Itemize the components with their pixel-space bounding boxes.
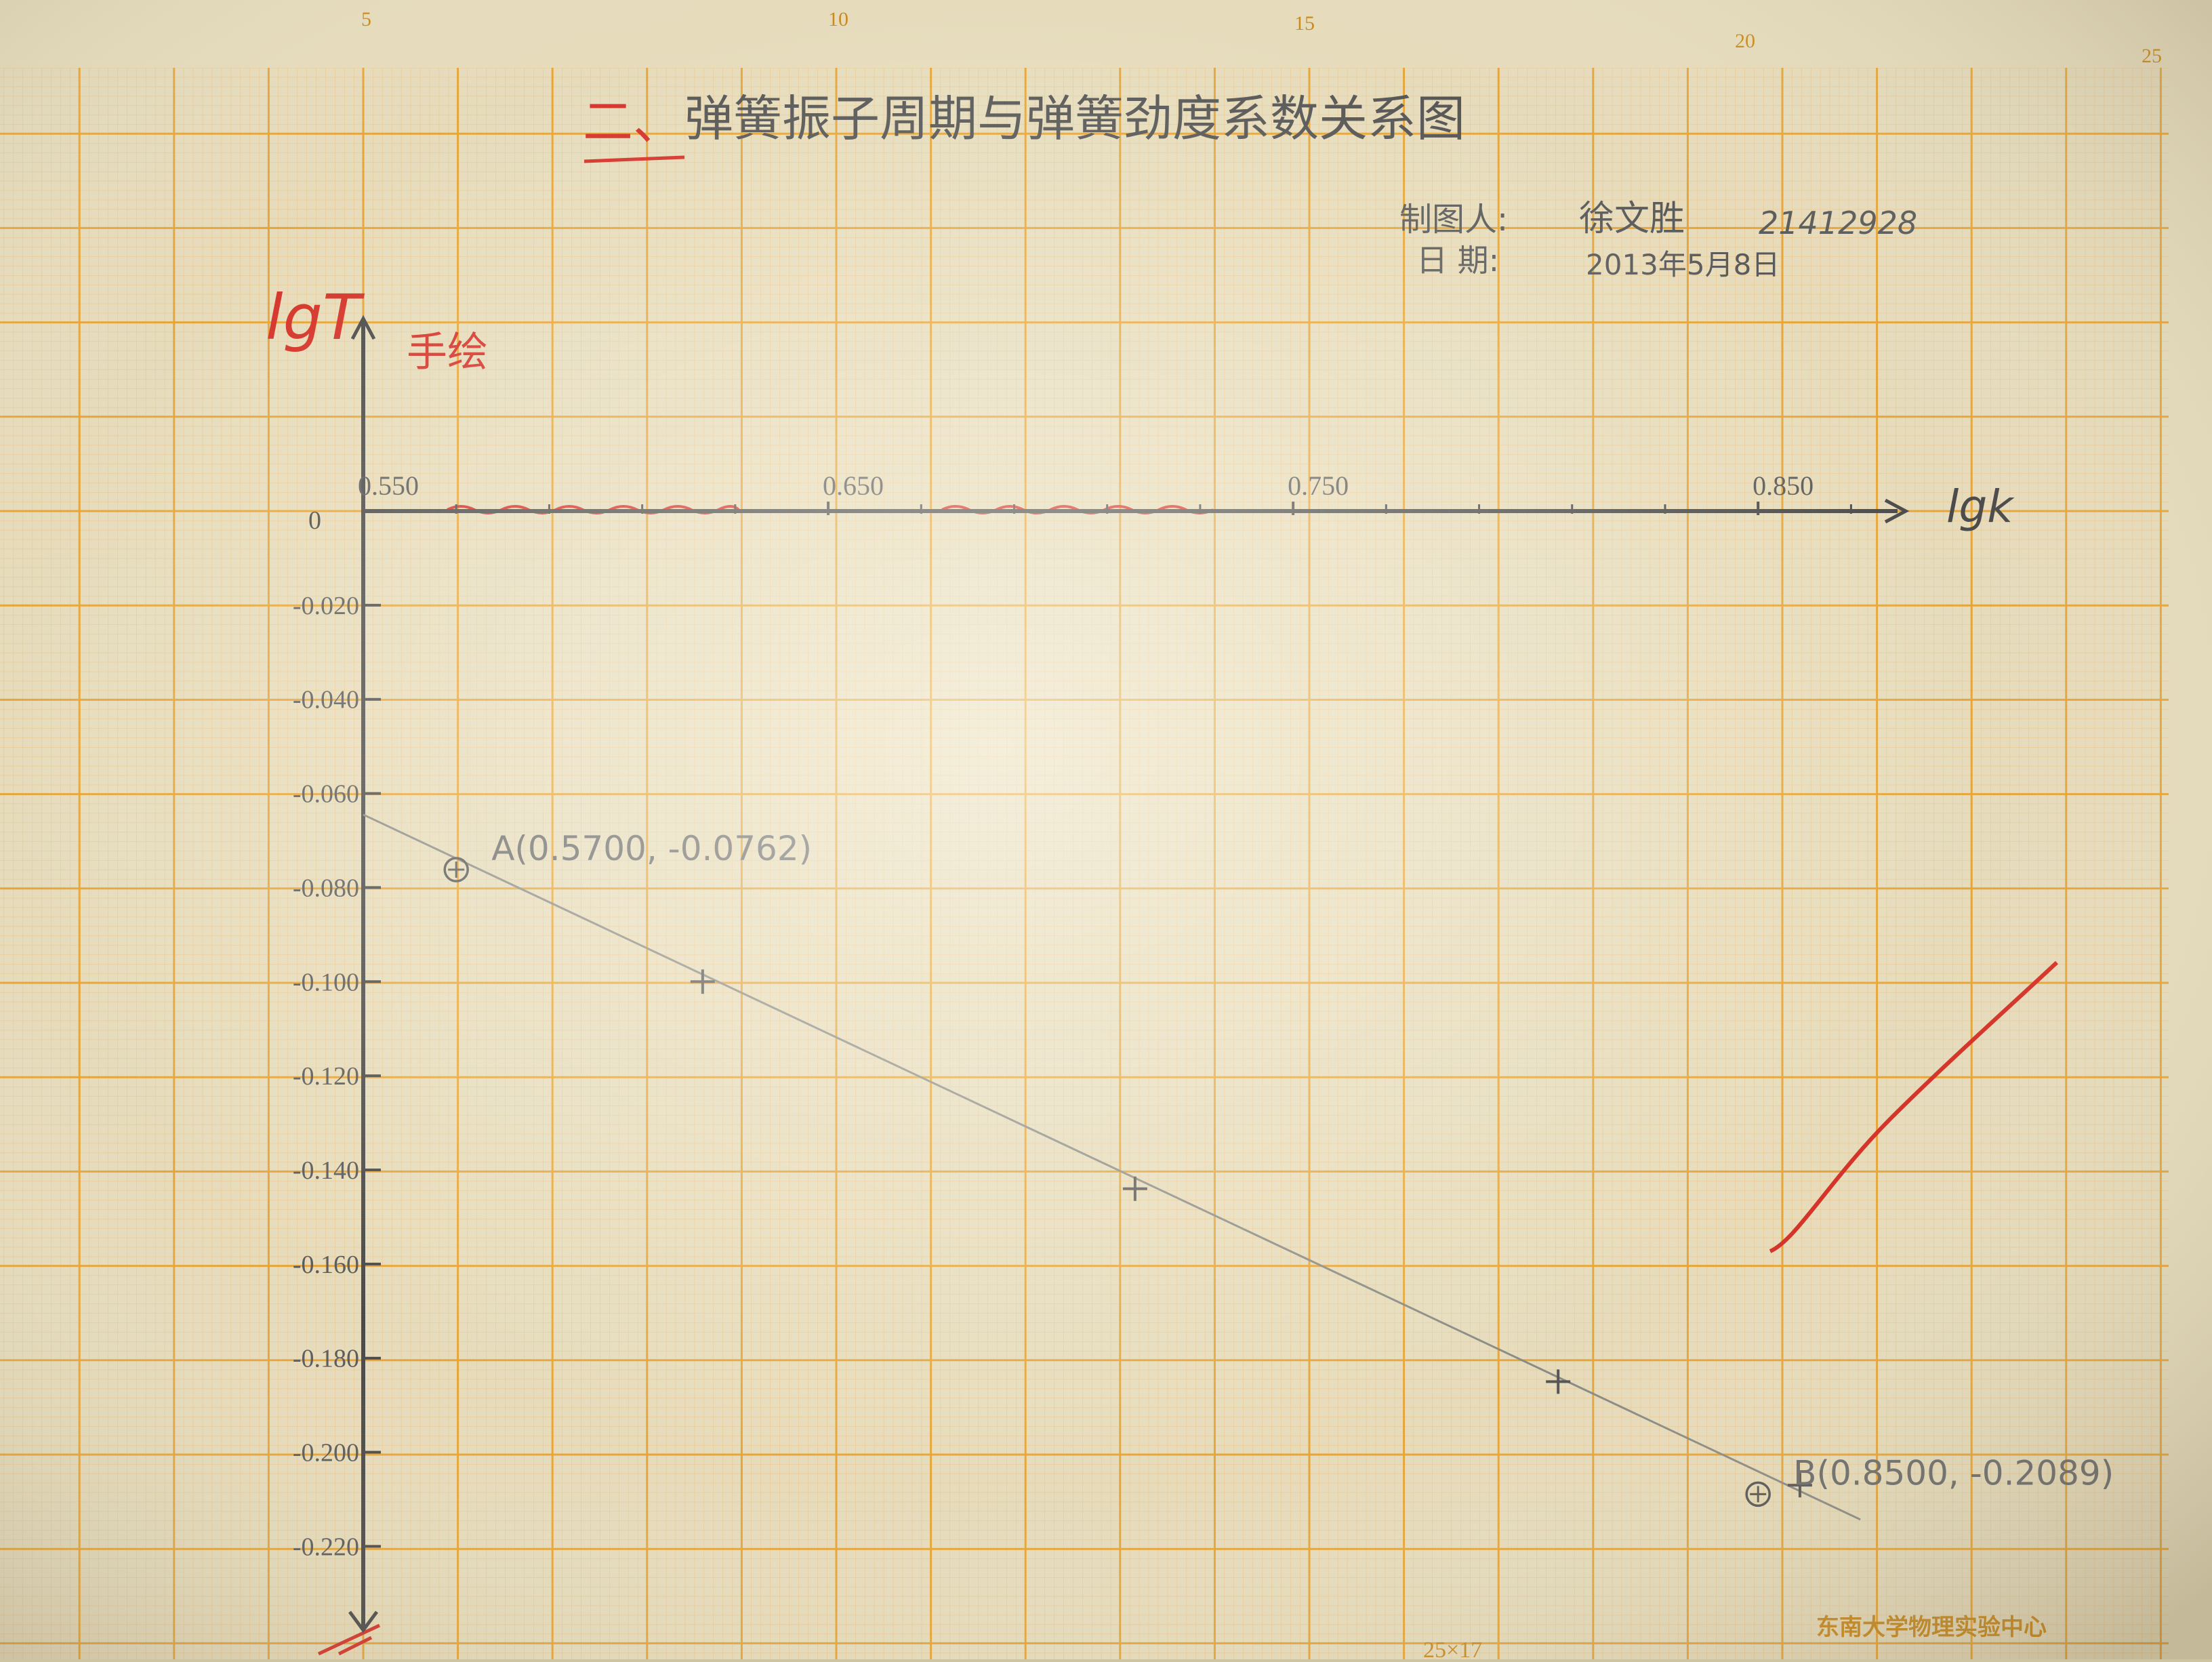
origin-label: 0	[308, 506, 321, 535]
y-tick-label: -0.120	[293, 1062, 359, 1091]
y-tick-label: -0.160	[293, 1251, 359, 1279]
ruler-label-5: 5	[361, 8, 371, 31]
y-tick-label: -0.220	[293, 1533, 359, 1561]
y-tick-label: -0.080	[293, 874, 359, 902]
author-label: 制图人:	[1399, 201, 1508, 239]
graph-paper-sheet: 5 10 15 20 25 二、 弹簧振子周期与弹簧劲度系数关系图 制图人: 徐…	[0, 0, 2212, 1662]
red-note: 手绘	[407, 329, 488, 376]
y-tick-label: -0.200	[293, 1439, 359, 1467]
ruler-label-20: 20	[1735, 30, 1755, 52]
y-tick-label: -0.100	[293, 968, 359, 996]
heading-title: 弹簧振子周期与弹簧劲度系数关系图	[684, 90, 1465, 147]
y-tick-label: -0.140	[293, 1156, 359, 1185]
x-axis-label: lgk	[1946, 481, 2015, 533]
footer-publisher: 东南大学物理实验中心	[1816, 1614, 2047, 1641]
x-tick-label: 0.650	[823, 470, 884, 501]
ruler-label-15: 15	[1294, 12, 1315, 35]
y-tick-label: -0.040	[293, 686, 359, 714]
author-name: 徐文胜	[1579, 199, 1685, 239]
y-tick-label: -0.180	[293, 1345, 359, 1373]
x-tick-label: 0.850	[1753, 470, 1814, 501]
marked-point-a-label: A(0.5700, -0.0762)	[491, 829, 812, 868]
ruler-label-25: 25	[2142, 45, 2162, 67]
heading-number: 二、	[583, 93, 683, 151]
date-label: 日 期:	[1416, 242, 1499, 279]
graph-paper-photo: 5 10 15 20 25 二、 弹簧振子周期与弹簧劲度系数关系图 制图人: 徐…	[0, 0, 2212, 1662]
red-axis-word: lgT	[266, 281, 365, 354]
date-value: 2013年5月8日	[1586, 248, 1780, 281]
footer-size: 25×17	[1423, 1638, 1482, 1659]
ruler-label-10: 10	[828, 8, 848, 31]
y-tick-label: -0.020	[293, 592, 359, 620]
marked-point-b-label: B(0.8500, -0.2089)	[1793, 1453, 2114, 1493]
author-id: 21412928	[1759, 205, 1917, 241]
y-tick-label: -0.060	[293, 780, 359, 809]
x-tick-label: 0.550	[358, 470, 419, 501]
x-tick-label: 0.750	[1288, 470, 1349, 501]
